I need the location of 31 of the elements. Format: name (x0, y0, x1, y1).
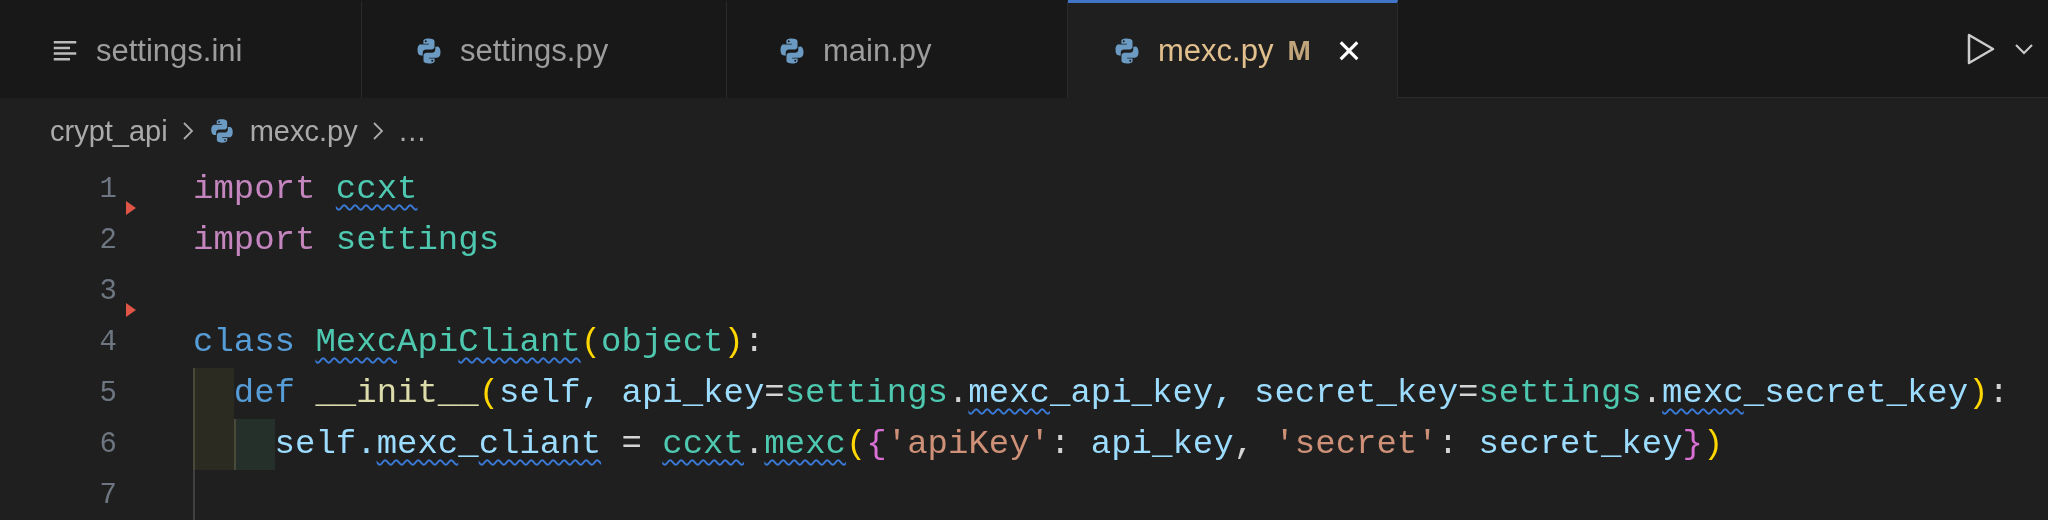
code-line: import ccxt (193, 169, 418, 210)
close-tab-button[interactable]: × (1336, 29, 1362, 72)
tab-label: settings.ini (96, 32, 243, 69)
breadcrumb-item[interactable]: crypt_api (50, 114, 168, 148)
deleted-lines-marker[interactable] (126, 303, 136, 317)
chevron-right-icon (181, 121, 194, 141)
tab-label: settings.py (460, 32, 609, 69)
code-line: class MexcApiCliant(object): (193, 322, 765, 363)
code-line: import settings (193, 220, 500, 261)
breadcrumb-item[interactable]: … (397, 114, 427, 148)
tab-label: main.py (823, 32, 932, 69)
editor-tab[interactable]: settings.py (362, 0, 727, 98)
code-line: self.mexc_cliant = ccxt.mexc({'apiKey': api_key, 'secret': secret_key}) (274, 424, 1724, 465)
editor-tab[interactable]: settings.ini (0, 0, 362, 98)
line-number: 7 (98, 479, 117, 512)
line-number: 3 (98, 275, 117, 308)
line-number: 1 (98, 173, 117, 206)
modified-indicator: M (1287, 34, 1311, 67)
chevron-down-icon[interactable] (2014, 42, 2034, 55)
breadcrumb-item[interactable]: mexc.py (249, 114, 358, 148)
chevron-right-icon (371, 121, 384, 141)
run-icon[interactable] (1966, 31, 1996, 66)
editor-tab[interactable]: mexc.py M × (1068, 0, 1399, 98)
line-number: 2 (98, 224, 117, 257)
editor-tab[interactable]: main.py (727, 0, 1068, 98)
line-number: 4 (98, 326, 117, 359)
code-line: def __init__(self, api_key=settings.mexc_api_key, secret_key=settings.mexc_secret_key): (233, 373, 2009, 414)
line-number: 6 (98, 428, 117, 461)
tab-label: mexc.py (1158, 32, 1274, 69)
line-number: 5 (98, 377, 117, 410)
deleted-lines-marker[interactable] (126, 201, 136, 215)
